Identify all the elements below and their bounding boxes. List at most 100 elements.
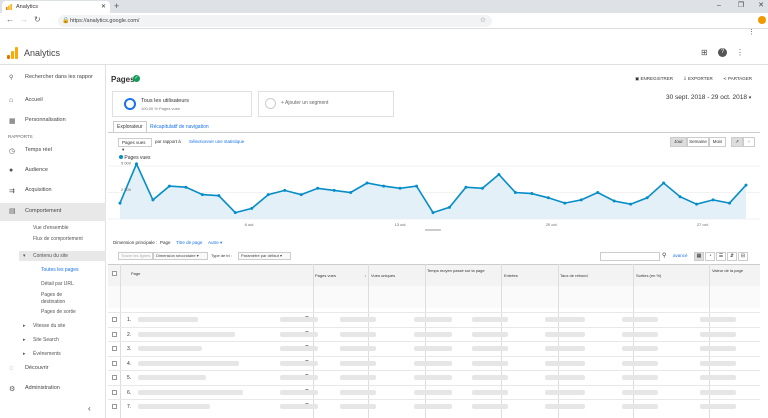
- reload-icon[interactable]: ↻: [34, 15, 41, 24]
- data-point[interactable]: [678, 195, 682, 199]
- table-row[interactable]: 5.⎘: [108, 370, 760, 384]
- sidebar-search-input[interactable]: Rechercher dans les rappor: [25, 74, 93, 80]
- data-point[interactable]: [530, 192, 534, 196]
- maximize-icon[interactable]: ❐: [734, 0, 748, 12]
- dimension-autre-link[interactable]: Autre ▾: [208, 240, 222, 246]
- tab-explorateur[interactable]: Explorateur: [113, 121, 147, 132]
- row-checkbox[interactable]: [112, 404, 117, 409]
- forward-icon[interactable]: →: [20, 15, 28, 24]
- chart-resize-handle[interactable]: [425, 229, 441, 231]
- data-point[interactable]: [283, 188, 287, 192]
- data-point[interactable]: [167, 184, 171, 188]
- data-point[interactable]: [382, 184, 386, 188]
- data-point[interactable]: [332, 188, 336, 192]
- sidebar-item-contenu-site[interactable]: ▾ Contenu du site: [19, 251, 106, 261]
- apps-grid-icon[interactable]: ⊞: [701, 48, 708, 57]
- data-point[interactable]: [431, 211, 435, 215]
- line-chart-icon[interactable]: ↗: [731, 137, 743, 147]
- bookmark-star-icon[interactable]: ☆: [480, 15, 486, 27]
- sidebar-item-pages-sortie[interactable]: Pages de sortie: [41, 309, 76, 316]
- data-point[interactable]: [563, 201, 567, 205]
- sidebar-item-vue-ensemble[interactable]: Vue d'ensemble: [33, 225, 69, 232]
- data-point[interactable]: [497, 172, 501, 176]
- sidebar-item-site-search[interactable]: ▸ Site Search: [23, 337, 59, 344]
- data-point[interactable]: [579, 198, 583, 202]
- col-temps-moyen[interactable]: Temps moyen passé sur la page: [427, 268, 499, 273]
- data-point[interactable]: [134, 162, 138, 166]
- pivot-view-icon[interactable]: ⊟: [738, 252, 748, 261]
- row-checkbox[interactable]: [112, 346, 117, 351]
- table-row[interactable]: 7.⎘: [108, 399, 760, 413]
- minimize-icon[interactable]: –: [712, 0, 726, 12]
- help-icon[interactable]: ?: [718, 48, 727, 57]
- data-point[interactable]: [464, 185, 468, 189]
- table-row[interactable]: 1.⎘: [108, 312, 760, 326]
- data-point[interactable]: [184, 185, 188, 189]
- data-point[interactable]: [266, 193, 270, 197]
- sidebar-item-flux[interactable]: Flux de comportement: [33, 236, 83, 243]
- export-button[interactable]: ⇩ EXPORTER: [683, 76, 713, 82]
- advanced-link[interactable]: avancé: [673, 253, 688, 258]
- col-valeur[interactable]: Valeur de la page: [712, 268, 743, 273]
- data-point[interactable]: [151, 198, 155, 202]
- browser-tab[interactable]: Analytics ✕: [2, 1, 110, 13]
- table-row[interactable]: 6.⎘: [108, 384, 760, 399]
- table-row[interactable]: 3.⎘: [108, 341, 760, 355]
- data-point[interactable]: [447, 205, 451, 209]
- tab-recapitulatif[interactable]: Récapitulatif de navigation: [150, 124, 209, 130]
- data-point[interactable]: [744, 183, 748, 187]
- close-window-icon[interactable]: ✕: [754, 0, 768, 12]
- data-point[interactable]: [612, 199, 616, 203]
- data-point[interactable]: [365, 181, 369, 185]
- secondary-dimension-select[interactable]: Dimension secondaire ▾: [153, 252, 208, 260]
- sidebar-item-evenements[interactable]: ▸ Événements: [23, 351, 61, 358]
- data-point[interactable]: [513, 191, 517, 194]
- col-vues-uniques[interactable]: Vues uniques: [371, 273, 395, 278]
- semaine-toggle[interactable]: Semaine: [687, 137, 709, 147]
- col-page[interactable]: Page: [131, 271, 140, 276]
- collapse-sidebar-icon[interactable]: ‹: [88, 404, 98, 413]
- data-point[interactable]: [480, 186, 484, 190]
- row-checkbox[interactable]: [112, 331, 117, 337]
- data-point[interactable]: [645, 196, 649, 200]
- data-point[interactable]: [233, 211, 237, 215]
- date-range-picker[interactable]: 30 sept. 2018 - 29 oct. 2018 ▾: [666, 94, 751, 101]
- row-checkbox[interactable]: [112, 360, 117, 366]
- close-tab-icon[interactable]: ✕: [101, 1, 106, 13]
- data-point[interactable]: [299, 193, 303, 197]
- row-checkbox[interactable]: [112, 317, 117, 322]
- data-point[interactable]: [629, 202, 633, 206]
- table-search-input[interactable]: [600, 252, 660, 261]
- sidebar-item-toutes-pages[interactable]: Toutes les pages: [41, 267, 79, 274]
- sort-type-select[interactable]: Paramètre par défaut ▾: [238, 252, 291, 260]
- pie-view-icon[interactable]: ◔: [705, 252, 715, 261]
- dimension-titre-link[interactable]: Titre de page: [176, 240, 202, 245]
- jour-toggle[interactable]: Jour: [670, 137, 687, 147]
- mois-toggle[interactable]: Mois: [709, 137, 726, 147]
- col-pages-vues[interactable]: Pages vues: [315, 273, 336, 278]
- data-point[interactable]: [316, 186, 320, 190]
- data-point[interactable]: [398, 186, 402, 190]
- save-button[interactable]: ▣ ENREGISTRER: [635, 76, 673, 82]
- data-point[interactable]: [415, 184, 419, 188]
- row-checkbox[interactable]: [112, 389, 117, 395]
- table-view-icon[interactable]: ▦: [694, 252, 704, 261]
- sidebar-item-detail-url[interactable]: Détail par URL: [41, 281, 74, 288]
- address-bar[interactable]: 🔒 https://analytics.google.com/ ☆: [58, 15, 492, 27]
- data-point[interactable]: [349, 191, 353, 194]
- data-point[interactable]: [546, 196, 550, 200]
- back-icon[interactable]: ←: [6, 15, 14, 24]
- performance-view-icon[interactable]: ☰: [716, 252, 726, 261]
- data-point[interactable]: [200, 193, 204, 197]
- new-tab-button[interactable]: +: [114, 0, 119, 13]
- select-stat-link[interactable]: Sélectionner une statistique: [189, 139, 244, 144]
- share-button[interactable]: ≺ PARTAGER: [723, 76, 752, 82]
- segment-card-all-users[interactable]: Tous les utilisateurs 100,00 % Pages vue…: [112, 91, 252, 117]
- more-options-icon[interactable]: ⋮: [736, 48, 744, 57]
- data-point[interactable]: [596, 191, 600, 194]
- add-segment-card[interactable]: + Ajouter un segment: [258, 91, 394, 117]
- sidebar-search[interactable]: ⚲ Rechercher dans les rappor: [0, 74, 106, 84]
- data-point[interactable]: [217, 194, 221, 198]
- data-point[interactable]: [728, 201, 732, 205]
- data-point[interactable]: [711, 198, 715, 202]
